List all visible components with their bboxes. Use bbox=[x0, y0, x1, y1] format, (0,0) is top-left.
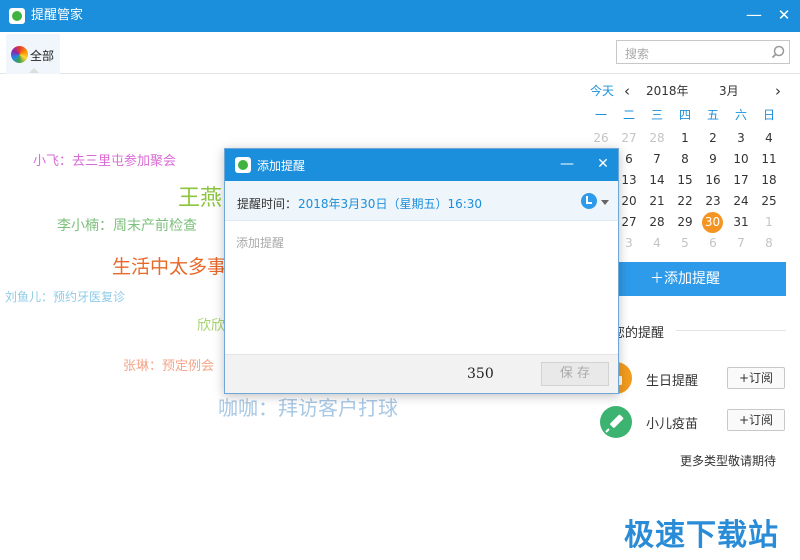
subscribe-birthday-button[interactable]: +订阅 bbox=[727, 367, 785, 389]
calendar-day[interactable]: 3 bbox=[727, 128, 755, 149]
calendar-day[interactable]: 5 bbox=[671, 233, 699, 254]
calendar-day[interactable]: 6 bbox=[615, 149, 643, 170]
calendar-day[interactable]: 8 bbox=[755, 233, 783, 254]
calendar-day[interactable]: 1 bbox=[671, 128, 699, 149]
calendar-day[interactable]: 21 bbox=[643, 191, 671, 212]
calendar-day[interactable]: 11 bbox=[755, 149, 783, 170]
weekday-label: 二 bbox=[622, 108, 635, 122]
chevron-down-icon[interactable] bbox=[601, 200, 609, 205]
subscriptions-title: 您的提醒 bbox=[612, 326, 665, 341]
calendar-day[interactable]: 18 bbox=[755, 170, 783, 191]
calendar-day[interactable]: 22 bbox=[671, 191, 699, 212]
tab-all[interactable]: 全部 bbox=[6, 34, 60, 74]
calendar-day[interactable]: 3 bbox=[615, 233, 643, 254]
calendar-day[interactable]: 23 bbox=[699, 191, 727, 212]
reminder-time-label: 提醒时间： bbox=[237, 197, 298, 211]
dialog-close-button[interactable]: ✕ bbox=[591, 152, 615, 176]
cloud-item[interactable]: 张琳：预定例会 bbox=[123, 355, 214, 374]
next-month-button[interactable]: › bbox=[775, 82, 781, 100]
app-logo-icon bbox=[9, 8, 25, 24]
divider bbox=[676, 330, 786, 331]
cloud-item[interactable]: 刘鱼儿：预约牙医复诊 bbox=[5, 288, 125, 305]
dialog-logo-icon bbox=[235, 157, 251, 173]
calendar-day[interactable]: 17 bbox=[727, 170, 755, 191]
cloud-item[interactable]: 王燕 bbox=[178, 180, 222, 212]
calendar-day[interactable]: 4 bbox=[643, 233, 671, 254]
calendar-day[interactable]: 24 bbox=[727, 191, 755, 212]
weekday-label: 一 bbox=[594, 108, 607, 122]
weekday-label: 三 bbox=[650, 108, 663, 122]
calendar-day[interactable]: 10 bbox=[727, 149, 755, 170]
subscription-name: 生日提醒 bbox=[646, 374, 699, 389]
weekday-label: 六 bbox=[734, 108, 747, 122]
save-button[interactable]: 保 存 bbox=[541, 362, 609, 386]
reminder-time-value[interactable]: 2018年3月30日（星期五）16:30 bbox=[298, 195, 482, 212]
calendar-day[interactable]: 28 bbox=[643, 128, 671, 149]
calendar-day[interactable]: 27 bbox=[615, 212, 643, 233]
add-reminder-button[interactable]: ＋添加提醒 bbox=[612, 262, 786, 296]
calendar-day-selected[interactable]: 30 bbox=[702, 212, 723, 233]
calendar-day[interactable]: 31 bbox=[727, 212, 755, 233]
dialog-titlebar: 添加提醒 — ✕ bbox=[225, 149, 618, 181]
more-types-note: 更多类型敬请期待 bbox=[680, 454, 777, 468]
cloud-item[interactable]: 生活中太多事 bbox=[112, 252, 226, 279]
prev-month-button[interactable]: ‹ bbox=[624, 82, 630, 100]
tab-indicator-icon bbox=[29, 68, 39, 73]
calendar-day[interactable]: 7 bbox=[643, 149, 671, 170]
calendar-day[interactable]: 9 bbox=[699, 149, 727, 170]
tab-all-label: 全部 bbox=[30, 49, 55, 63]
reminder-time-bar: 提醒时间： 2018年3月30日（星期五）16:30 bbox=[225, 181, 618, 221]
close-button[interactable]: ✕ bbox=[770, 2, 798, 28]
cloud-item[interactable]: 李小楠：周末产前检查 bbox=[57, 215, 197, 235]
calendar-day[interactable]: 28 bbox=[643, 212, 671, 233]
syringe-icon bbox=[600, 406, 632, 438]
calendar-month[interactable]: 3月 bbox=[719, 82, 739, 100]
cloud-item[interactable]: 欣欣 bbox=[197, 315, 225, 335]
today-button[interactable]: 今天 bbox=[590, 82, 614, 100]
weekday-label: 四 bbox=[678, 108, 691, 122]
calendar-day[interactable]: 26 bbox=[587, 128, 615, 149]
alarm-clock-icon[interactable] bbox=[581, 193, 597, 209]
search-input[interactable]: 搜索 bbox=[616, 40, 790, 64]
calendar-year[interactable]: 2018年 bbox=[646, 82, 689, 100]
add-reminder-label: ＋添加提醒 bbox=[650, 271, 720, 287]
subscribe-vaccine-button[interactable]: +订阅 bbox=[727, 409, 785, 431]
watermark: 极速下载站 bbox=[624, 518, 779, 553]
calendar-day[interactable]: 6 bbox=[699, 233, 727, 254]
calendar-day[interactable]: 7 bbox=[727, 233, 755, 254]
cloud-item[interactable]: 小飞：去三里屯参加聚会 bbox=[33, 150, 176, 169]
calendar-day[interactable]: 13 bbox=[615, 170, 643, 191]
add-reminder-dialog: 添加提醒 — ✕ 提醒时间： 2018年3月30日（星期五）16:30 添加提醒… bbox=[224, 148, 619, 394]
calendar-day[interactable]: 25 bbox=[755, 191, 783, 212]
calendar-day[interactable]: 29 bbox=[671, 212, 699, 233]
calendar-day[interactable]: 2 bbox=[699, 128, 727, 149]
calendar-day[interactable]: 15 bbox=[671, 170, 699, 191]
calendar-day[interactable]: 20 bbox=[615, 191, 643, 212]
reminder-content-input[interactable]: 添加提醒 bbox=[225, 222, 618, 354]
weekday-label: 五 bbox=[706, 108, 719, 122]
dialog-title: 添加提醒 bbox=[257, 159, 306, 173]
search-icon[interactable] bbox=[771, 45, 785, 59]
search-placeholder: 搜索 bbox=[625, 47, 650, 61]
cloud-item[interactable]: 咖咖：拜访客户打球 bbox=[218, 392, 398, 421]
subscription-name: 小儿疫苗 bbox=[646, 417, 699, 432]
weekday-label: 日 bbox=[762, 108, 775, 122]
app-titlebar: 提醒管家 — ✕ bbox=[0, 0, 800, 32]
reminder-content-placeholder: 添加提醒 bbox=[236, 236, 285, 250]
app-title: 提醒管家 bbox=[31, 8, 84, 23]
char-count: 350 bbox=[467, 366, 494, 382]
calendar-day[interactable]: 14 bbox=[643, 170, 671, 191]
color-wheel-icon bbox=[11, 46, 28, 63]
calendar-day[interactable]: 16 bbox=[699, 170, 727, 191]
dialog-minimize-button[interactable]: — bbox=[555, 152, 579, 176]
minimize-button[interactable]: — bbox=[740, 2, 768, 28]
dialog-footer: 350 保 存 bbox=[225, 354, 618, 393]
calendar-day[interactable]: 1 bbox=[755, 212, 783, 233]
calendar-day[interactable]: 8 bbox=[671, 149, 699, 170]
calendar-day[interactable]: 4 bbox=[755, 128, 783, 149]
calendar-day[interactable]: 27 bbox=[615, 128, 643, 149]
